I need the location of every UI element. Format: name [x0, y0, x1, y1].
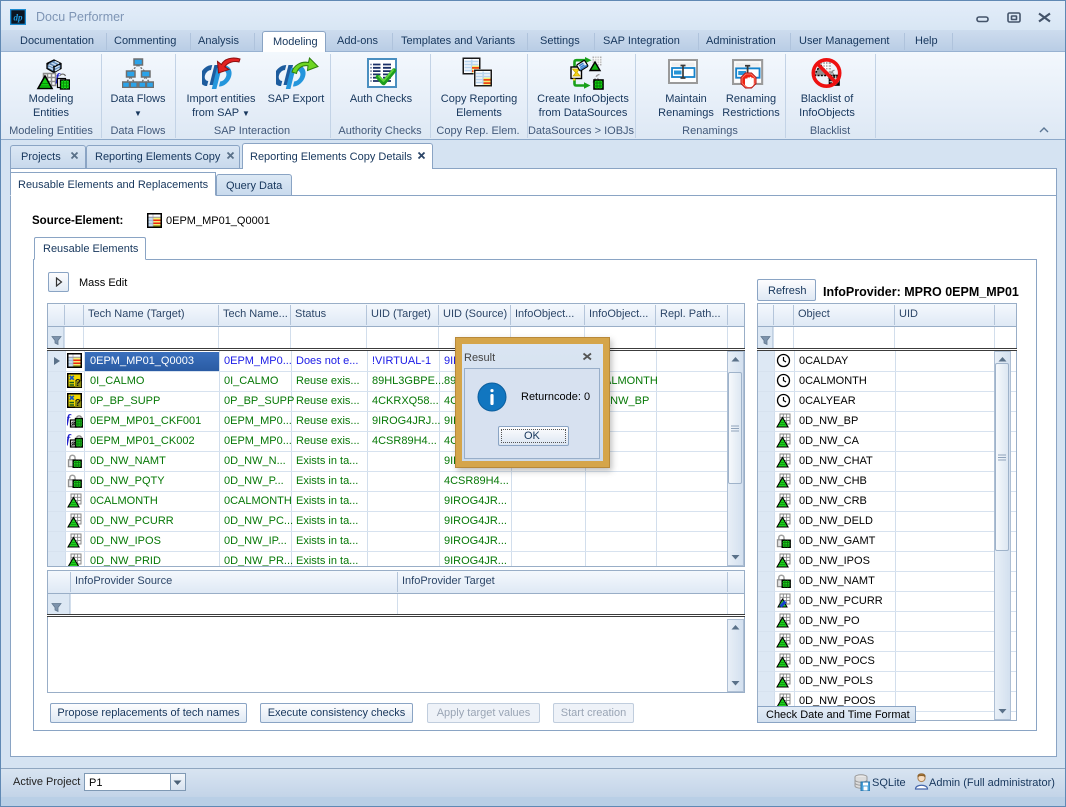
- svg-text:?: ?: [75, 398, 81, 408]
- svg-text:dp: dp: [14, 13, 24, 23]
- svg-text:?: ?: [75, 378, 81, 388]
